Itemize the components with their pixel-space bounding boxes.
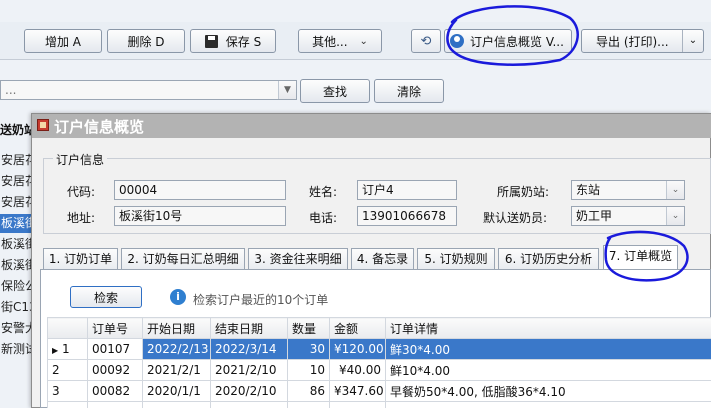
export-chevron-icon[interactable]: ⌄ xyxy=(682,30,703,52)
start-date-cell[interactable]: 2021/2/1 xyxy=(142,359,211,381)
name-field[interactable]: 订户4 xyxy=(357,180,457,200)
refresh-icon: ⟲ xyxy=(420,33,432,49)
tab-order-overview[interactable]: 7. 订单概览 xyxy=(603,245,678,271)
column-header[interactable]: 数量 xyxy=(287,317,330,339)
tab-funds[interactable]: 3. 资金往来明细 xyxy=(248,248,348,269)
export-print-button[interactable]: 导出 (打印)... ⌄ xyxy=(581,29,704,53)
save-button[interactable]: 保存 S xyxy=(190,29,276,53)
start-date-cell[interactable]: 2020/1/1 xyxy=(142,380,211,402)
code-field[interactable]: 00004 xyxy=(114,180,286,200)
list-item[interactable]: 板溪街 xyxy=(0,256,35,275)
detail-cell[interactable]: 早餐奶50*4.00, 低脂酸36*4.10 xyxy=(385,380,711,402)
row-indicator[interactable]: 3 xyxy=(47,380,88,402)
order-cell[interactable]: 00082 xyxy=(87,380,143,402)
table-row[interactable]: 2 00092 2021/2/1 2021/2/10 10 ¥40.00 鲜10… xyxy=(47,359,711,381)
tab-daily-summary[interactable]: 2. 订奶每日汇总明细 xyxy=(121,248,245,269)
other-menu-button[interactable]: 其他... ⌄ xyxy=(298,29,382,53)
end-date-cell[interactable]: 2022/3/14 xyxy=(210,338,288,360)
clear-button[interactable]: 清除 xyxy=(374,79,444,103)
search-combo-value: ... xyxy=(5,83,17,97)
list-item[interactable]: 板溪街 xyxy=(0,235,35,254)
info-icon: i xyxy=(170,289,186,305)
tab-rules[interactable]: 5. 订奶规则 xyxy=(417,248,495,269)
other-label: 其他... xyxy=(312,34,348,49)
chevron-down-icon: ⌄ xyxy=(359,35,368,47)
list-item[interactable]: 安居花 xyxy=(0,193,35,212)
detail-cell[interactable]: 鲜10*4.00 xyxy=(385,359,711,381)
table-row[interactable]: ▶ 1 00107 2022/2/13 2022/3/14 30 ¥120.00… xyxy=(47,338,711,360)
column-header[interactable]: 订单号 xyxy=(87,317,143,339)
end-date-cell[interactable]: 2021/2/10 xyxy=(210,359,288,381)
amount-cell[interactable]: ¥40.00 xyxy=(329,359,386,381)
floppy-disk-icon xyxy=(204,34,218,48)
phone-label: 电话: xyxy=(309,211,338,225)
user-icon xyxy=(450,34,464,48)
chevron-down-icon[interactable]: ▼ xyxy=(278,81,296,99)
refresh-button[interactable]: ⟲ xyxy=(411,29,441,53)
row-indicator[interactable]: ▶ 1 xyxy=(47,338,88,360)
table-row-partial[interactable] xyxy=(47,401,711,408)
code-label: 代码: xyxy=(67,185,96,199)
group-title: 订户信息 xyxy=(53,151,108,168)
delete-button[interactable]: 删除 D xyxy=(107,29,185,53)
courier-value: 奶工甲 xyxy=(576,209,613,223)
amount-cell[interactable]: ¥347.60 xyxy=(329,380,386,402)
courier-select[interactable]: 奶工甲 ⌄ xyxy=(571,206,685,226)
orders-grid: 订单号 开始日期 结束日期 数量 金额 订单详情 ▶ 1 00107 2022/… xyxy=(47,317,711,408)
address-field[interactable]: 板溪街10号 xyxy=(114,206,286,226)
add-button[interactable]: 增加 A xyxy=(24,29,102,53)
list-item-selected[interactable]: 板溪街 xyxy=(0,214,35,233)
station-select[interactable]: 东站 ⌄ xyxy=(571,180,685,200)
tab-history-analysis[interactable]: 6. 订奶历史分析 xyxy=(498,248,599,269)
dialog-title: 订户信息概览 xyxy=(54,118,145,136)
station-value: 东站 xyxy=(576,183,601,197)
tab-memo[interactable]: 4. 备忘录 xyxy=(351,248,414,269)
chevron-down-icon[interactable]: ⌄ xyxy=(666,181,684,199)
tab-orders[interactable]: 1. 订奶订单 xyxy=(43,248,118,269)
quantity-cell[interactable]: 10 xyxy=(287,359,330,381)
order-cell[interactable]: 00092 xyxy=(87,359,143,381)
search-combo[interactable]: ... ▼ xyxy=(0,80,297,100)
address-label: 地址: xyxy=(67,211,96,225)
list-item[interactable]: 安警大 xyxy=(0,319,35,338)
list-item[interactable]: 街C13 xyxy=(0,298,35,317)
station-label: 所属奶站: xyxy=(497,185,550,199)
dialog-title-bar[interactable]: 订户信息概览 xyxy=(32,114,711,138)
column-header[interactable]: 开始日期 xyxy=(142,317,211,339)
current-row-icon: ▶ xyxy=(52,346,59,355)
end-date-cell[interactable]: 2020/2/10 xyxy=(210,380,288,402)
save-label: 保存 S xyxy=(225,34,262,49)
list-item[interactable]: 安居花 xyxy=(0,151,35,170)
orders-table: 订单号 开始日期 结束日期 数量 金额 订单详情 ▶ 1 00107 2022/… xyxy=(47,317,711,408)
overview-label: 订户信息概览 V... xyxy=(470,34,564,49)
overview-button[interactable]: 订户信息概览 V... xyxy=(444,29,572,53)
table-header-row: 订单号 开始日期 结束日期 数量 金额 订单详情 xyxy=(47,317,711,339)
export-label: 导出 (打印)... xyxy=(596,34,669,49)
list-item[interactable]: 保险公 xyxy=(0,277,35,296)
column-header[interactable]: 金额 xyxy=(329,317,386,339)
find-button[interactable]: 查找 xyxy=(300,79,370,103)
column-header[interactable]: 订单详情 xyxy=(385,317,711,339)
table-row[interactable]: 3 00082 2020/1/1 2020/2/10 86 ¥347.60 早餐… xyxy=(47,380,711,402)
list-item[interactable]: 安居花 xyxy=(0,172,35,191)
quantity-cell[interactable]: 30 xyxy=(287,338,330,360)
row-indicator[interactable]: 2 xyxy=(47,359,88,381)
courier-label: 默认送奶员: xyxy=(483,211,548,225)
window-icon xyxy=(37,119,49,131)
amount-cell[interactable]: ¥120.00 xyxy=(329,338,386,360)
name-label: 姓名: xyxy=(309,185,338,199)
start-date-cell[interactable]: 2022/2/13 xyxy=(142,338,211,360)
quantity-cell[interactable]: 86 xyxy=(287,380,330,402)
list-item[interactable]: 新测试 xyxy=(0,340,35,359)
order-cell[interactable]: 00107 xyxy=(87,338,143,360)
detail-cell[interactable]: 鲜30*4.00 xyxy=(385,338,711,360)
info-text: 检索订户最近的10个订单 xyxy=(193,293,329,307)
search-orders-button[interactable]: 检索 xyxy=(70,286,142,308)
background-list-header: 送奶站 xyxy=(0,123,34,137)
column-header[interactable]: 结束日期 xyxy=(210,317,288,339)
chevron-down-icon[interactable]: ⌄ xyxy=(666,207,684,225)
row-header-corner xyxy=(47,317,88,339)
phone-field[interactable]: 13901066678 xyxy=(357,206,457,226)
